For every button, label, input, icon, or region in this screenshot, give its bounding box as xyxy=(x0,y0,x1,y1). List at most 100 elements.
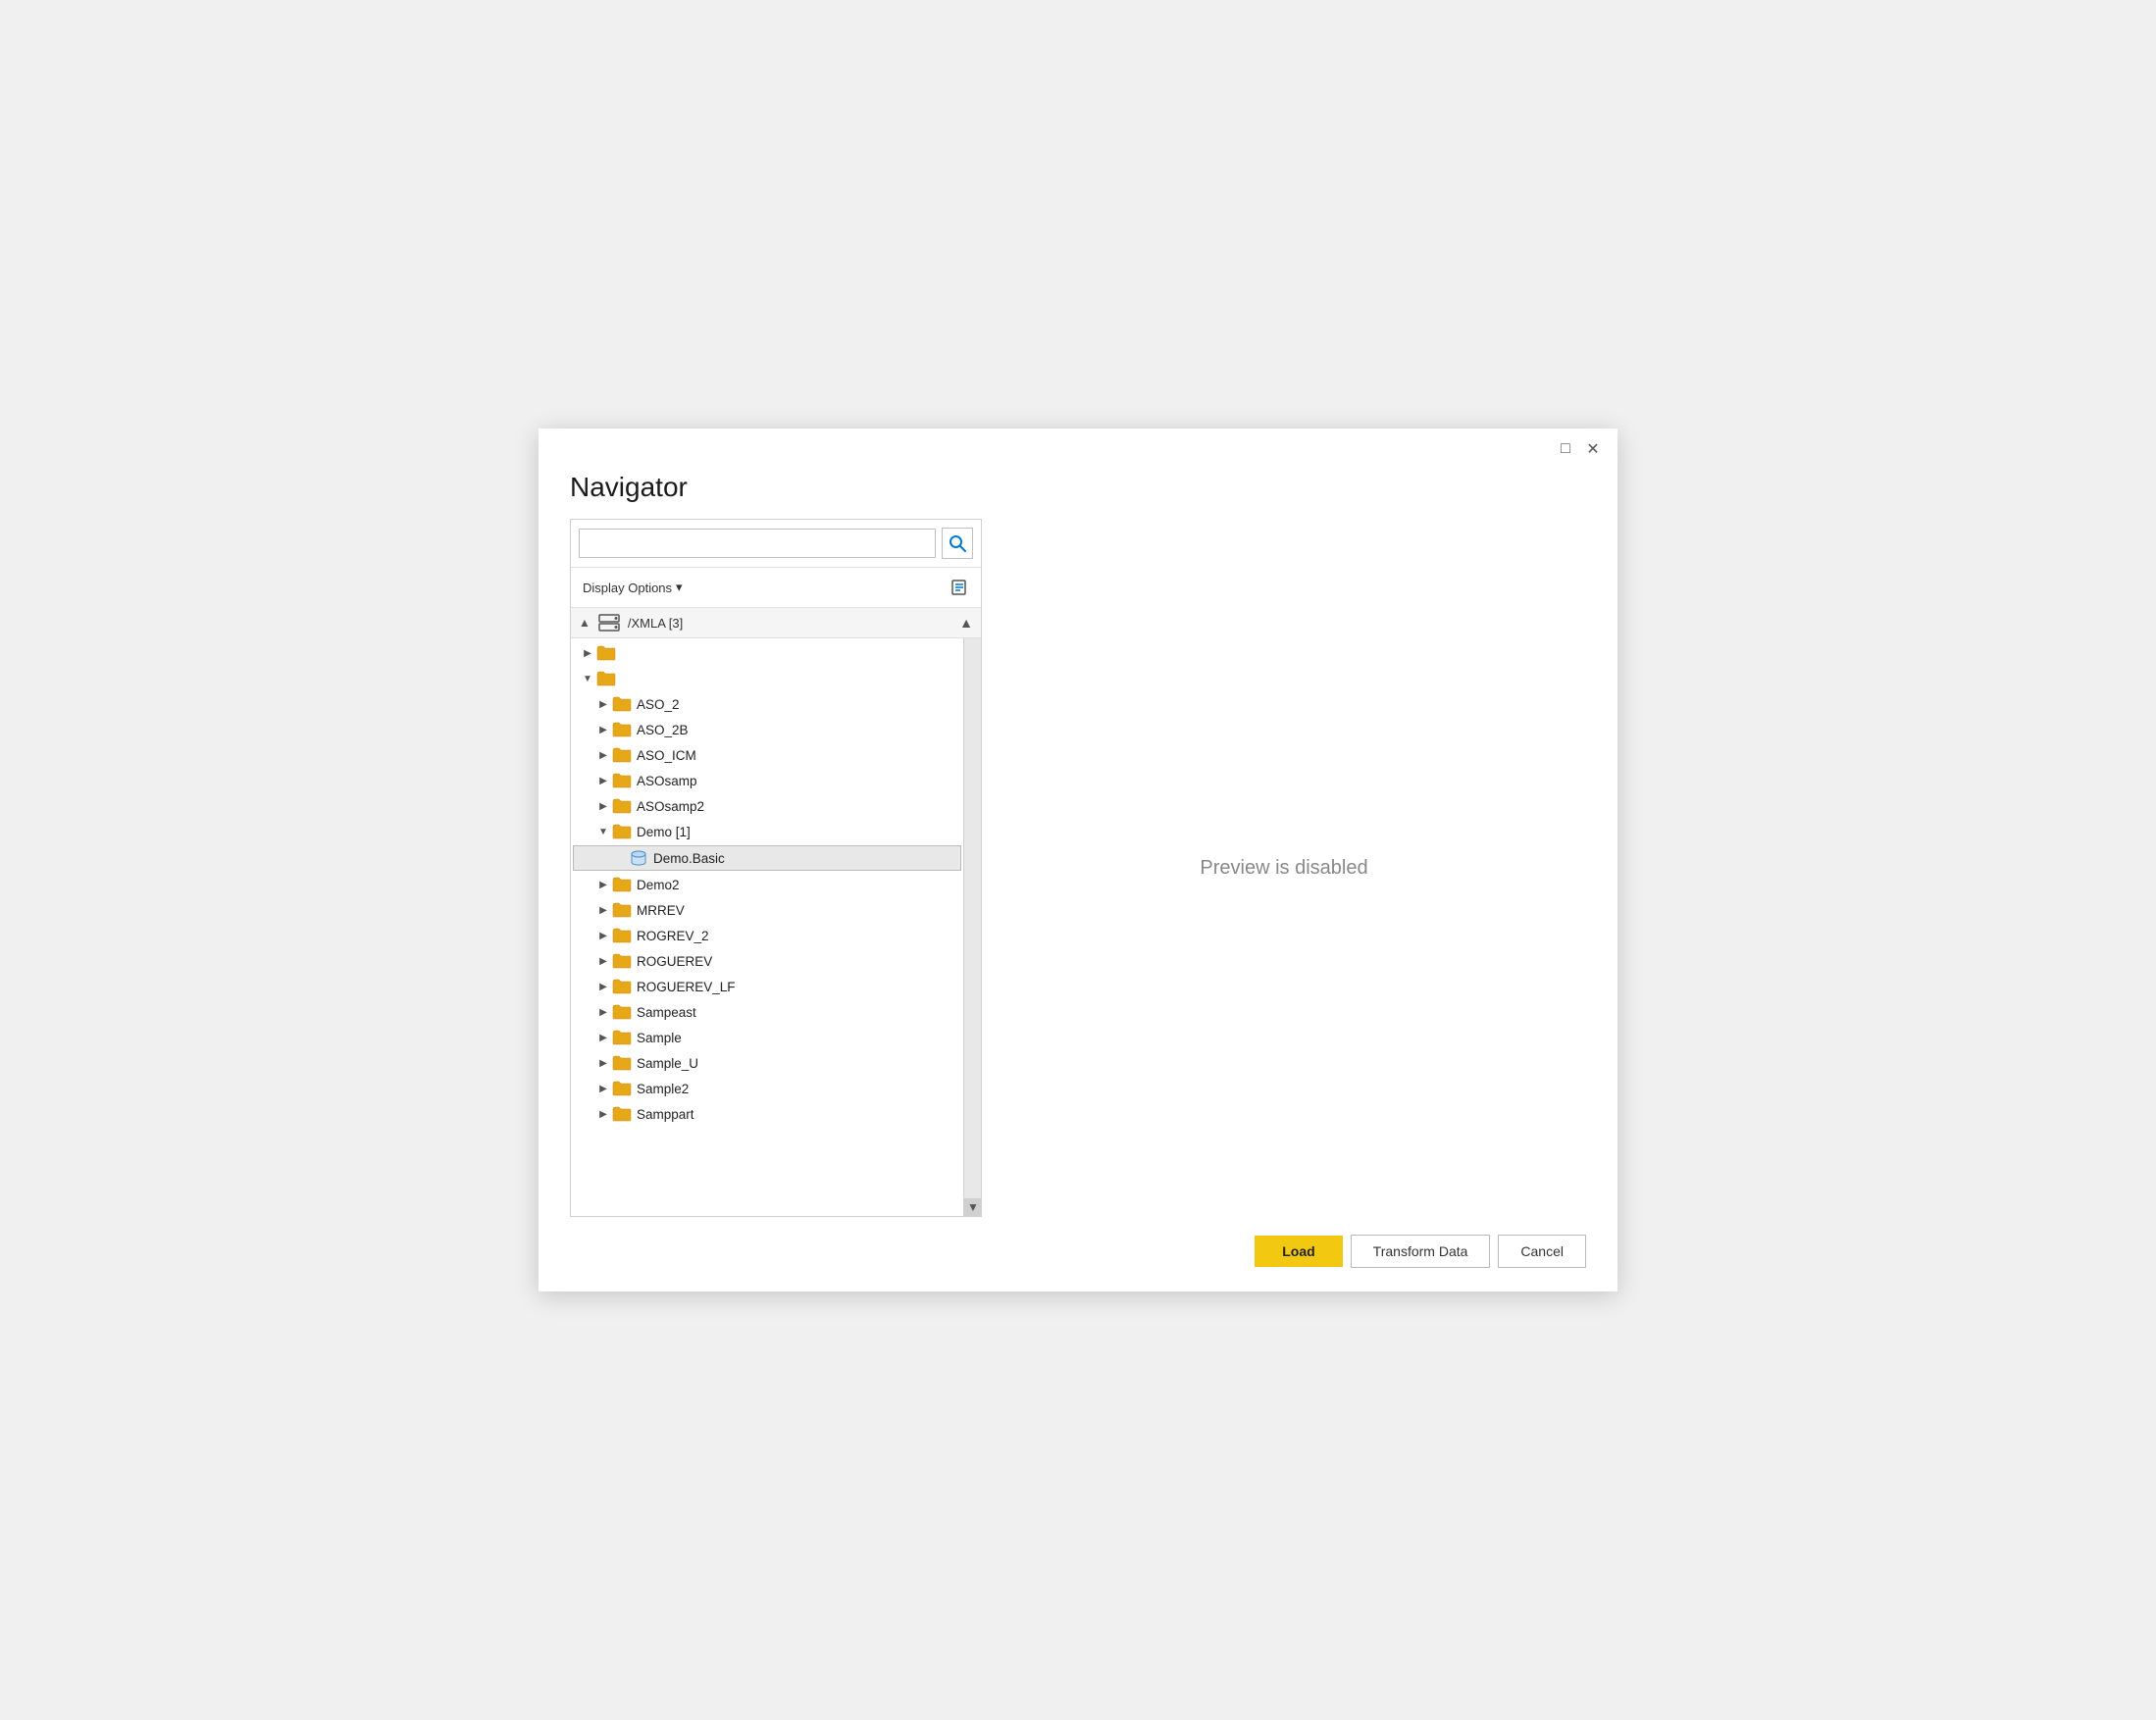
search-icon xyxy=(949,534,966,552)
expand-icon: ▶ xyxy=(594,772,612,789)
cancel-button[interactable]: Cancel xyxy=(1498,1235,1586,1268)
expand-icon: ▶ xyxy=(594,1105,612,1123)
options-row: Display Options ▾ xyxy=(571,568,981,608)
cube-icon xyxy=(629,850,648,866)
folder-icon xyxy=(612,798,632,814)
dialog-title: Navigator xyxy=(539,460,1617,519)
tree-root-label: /XMLA [3] xyxy=(628,616,683,631)
display-options-arrow: ▾ xyxy=(676,580,683,595)
expand-icon: ▶ xyxy=(594,978,612,995)
folder-icon xyxy=(612,773,632,788)
folder-icon xyxy=(612,1030,632,1045)
item-label: Sample_U xyxy=(637,1056,698,1071)
list-item[interactable]: ▶ ASOsamp2 xyxy=(571,793,963,819)
scroll-up-button[interactable]: ▲ xyxy=(959,614,973,632)
search-input[interactable] xyxy=(579,529,936,558)
item-label: Sample2 xyxy=(637,1082,689,1096)
item-label: MRREV xyxy=(637,903,685,918)
display-options-button[interactable]: Display Options ▾ xyxy=(579,578,687,597)
item-label: ASO_2 xyxy=(637,697,680,712)
item-label: ROGREV_2 xyxy=(637,929,709,943)
list-item[interactable]: Demo.Basic xyxy=(573,845,961,871)
expand-icon: ▶ xyxy=(594,695,612,713)
title-bar-controls: □ ✕ xyxy=(1555,438,1604,460)
expand-icon: ▶ xyxy=(579,644,596,662)
folder-icon xyxy=(612,902,632,918)
right-panel: Preview is disabled xyxy=(982,519,1586,1217)
expand-icon: ▶ xyxy=(594,721,612,738)
tree-container: ▶ ▼ xyxy=(571,638,963,1129)
item-label: Sampeast xyxy=(637,1005,696,1020)
close-button[interactable]: ✕ xyxy=(1582,438,1604,460)
list-item[interactable]: ▶ Demo2 xyxy=(571,872,963,897)
folder-icon xyxy=(612,877,632,892)
expand-icon: ▼ xyxy=(579,670,596,687)
title-bar: □ ✕ xyxy=(539,429,1617,460)
expand-icon: ▶ xyxy=(594,1054,612,1072)
folder-icon xyxy=(612,1004,632,1020)
folder-icon xyxy=(612,1081,632,1096)
list-item[interactable]: ▶ ROGUEREV_LF xyxy=(571,974,963,999)
folder-icon xyxy=(612,1106,632,1122)
item-label: Demo.Basic xyxy=(653,851,725,866)
display-options-label: Display Options xyxy=(583,581,672,595)
search-button[interactable] xyxy=(942,528,973,559)
list-item[interactable]: ▶ Sample_U xyxy=(571,1050,963,1076)
dialog-footer: Load Transform Data Cancel xyxy=(539,1217,1617,1291)
item-label: ASO_ICM xyxy=(637,748,696,763)
folder-icon xyxy=(596,671,616,686)
list-item[interactable]: ▶ ASO_ICM xyxy=(571,742,963,768)
item-label: Samppart xyxy=(637,1107,694,1122)
scroll-controls: ▼ xyxy=(963,638,981,1216)
list-item[interactable]: ▶ xyxy=(571,640,963,666)
expand-icon: ▶ xyxy=(594,1080,612,1097)
list-item[interactable]: ▶ Sampeast xyxy=(571,999,963,1025)
minimize-button[interactable]: □ xyxy=(1555,438,1576,460)
expand-icon: ▶ xyxy=(594,746,612,764)
list-item[interactable]: ▶ Samppart xyxy=(571,1101,963,1127)
folder-icon xyxy=(612,696,632,712)
expand-icon: ▶ xyxy=(594,952,612,970)
folder-icon xyxy=(612,953,632,969)
list-item[interactable]: ▶ ASOsamp xyxy=(571,768,963,793)
list-item[interactable]: ▶ ASO_2B xyxy=(571,717,963,742)
folder-icon xyxy=(612,824,632,839)
transform-data-button[interactable]: Transform Data xyxy=(1351,1235,1491,1268)
item-label: ASOsamp2 xyxy=(637,799,704,814)
preview-disabled-text: Preview is disabled xyxy=(1200,857,1367,880)
folder-icon xyxy=(612,979,632,994)
scroll-down-button[interactable]: ▼ xyxy=(964,1198,981,1216)
list-item[interactable]: ▶ ROGUEREV xyxy=(571,948,963,974)
left-panel: Display Options ▾ ▲ xyxy=(570,519,982,1217)
expand-icon: ▶ xyxy=(594,1003,612,1021)
collapse-up-icon: ▲ xyxy=(579,616,590,630)
item-label: ASOsamp xyxy=(637,774,697,788)
load-button[interactable]: Load xyxy=(1255,1236,1342,1267)
list-item[interactable]: ▶ Sample2 xyxy=(571,1076,963,1101)
expand-icon: ▶ xyxy=(594,901,612,919)
folder-icon xyxy=(612,1055,632,1071)
dialog-body: Display Options ▾ ▲ xyxy=(539,519,1617,1217)
list-item[interactable]: ▶ ROGREV_2 xyxy=(571,923,963,948)
item-label: Sample xyxy=(637,1031,682,1045)
refresh-icon xyxy=(950,579,968,596)
server-icon xyxy=(598,614,620,632)
item-label: ASO_2B xyxy=(637,723,689,737)
expand-icon: ▶ xyxy=(594,1029,612,1046)
item-label: ROGUEREV xyxy=(637,954,712,969)
tree-scroll[interactable]: ▶ ▼ xyxy=(571,638,963,1216)
search-row xyxy=(571,520,981,568)
expand-icon: ▶ xyxy=(594,876,612,893)
list-item[interactable]: ▼ xyxy=(571,666,963,691)
list-item[interactable]: ▶ MRREV xyxy=(571,897,963,923)
folder-icon xyxy=(612,722,632,737)
item-label: Demo2 xyxy=(637,878,680,892)
list-item[interactable]: ▶ ASO_2 xyxy=(571,691,963,717)
expand-icon: ▶ xyxy=(594,927,612,944)
refresh-button[interactable] xyxy=(946,574,973,601)
list-item[interactable]: ▶ Sample xyxy=(571,1025,963,1050)
navigator-dialog: □ ✕ Navigator Display Options xyxy=(539,429,1617,1291)
list-item[interactable]: ▼ Demo [1] xyxy=(571,819,963,844)
expand-icon: ▼ xyxy=(594,823,612,840)
folder-icon xyxy=(612,928,632,943)
